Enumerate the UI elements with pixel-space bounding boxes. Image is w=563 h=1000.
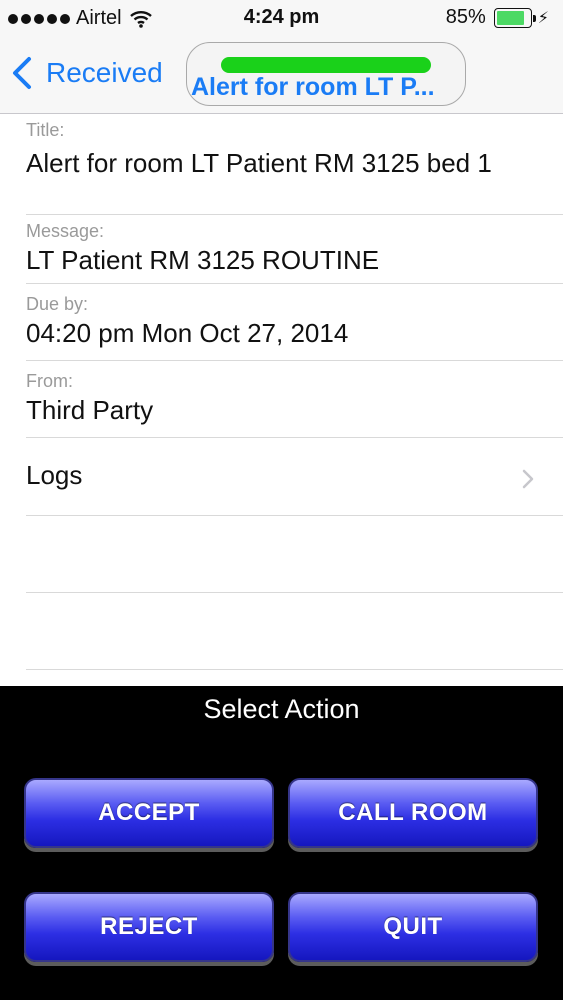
due-row: Due by: 04:20 pm Mon Oct 27, 2014 <box>26 284 563 361</box>
back-button-label: Received <box>46 57 163 88</box>
navigation-bar: Received Alert for room LT P... <box>0 36 563 114</box>
due-value: 04:20 pm Mon Oct 27, 2014 <box>26 318 349 348</box>
quit-button[interactable]: QUIT <box>288 892 538 962</box>
battery-percent: 85% <box>445 6 486 28</box>
nav-title: Alert for room LT P... <box>191 73 435 101</box>
battery-icon <box>493 7 536 28</box>
title-label: Title: <box>26 120 65 140</box>
back-button[interactable]: Received <box>12 56 163 90</box>
status-bar-right: 85% ⚡ <box>446 6 549 29</box>
battery-fill <box>496 10 524 25</box>
logs-row[interactable]: Logs <box>26 438 563 516</box>
action-panel-title: Select Action <box>203 694 360 724</box>
from-label: From: <box>26 371 73 391</box>
status-indicator-bar <box>221 57 431 73</box>
title-value: Alert for room LT Patient RM 3125 bed 1 <box>26 148 492 178</box>
from-value: Third Party <box>26 395 154 425</box>
due-label: Due by: <box>26 294 89 314</box>
title-row: Title: Alert for room LT Patient RM 3125… <box>26 114 563 215</box>
empty-row <box>26 516 563 593</box>
reject-button[interactable]: REJECT <box>24 892 274 962</box>
charging-bolt-icon: ⚡ <box>537 9 549 27</box>
nav-title-pill[interactable]: Alert for room LT P... <box>186 42 466 106</box>
chevron-right-icon <box>522 469 534 489</box>
status-bar: Airtel 4:24 pm 85% ⚡ <box>0 0 563 36</box>
action-panel: Select Action ACCEPT CALL ROOM REJECT QU… <box>0 686 563 1000</box>
call-room-button[interactable]: CALL ROOM <box>288 778 538 848</box>
from-row: From: Third Party <box>26 361 563 438</box>
empty-row <box>26 593 563 670</box>
logs-label: Logs <box>26 460 83 490</box>
accept-button[interactable]: ACCEPT <box>24 778 274 848</box>
message-value: LT Patient RM 3125 ROUTINE <box>26 245 380 275</box>
message-label: Message: <box>26 221 105 241</box>
chevron-left-icon <box>13 57 31 89</box>
message-row: Message: LT Patient RM 3125 ROUTINE <box>26 215 563 284</box>
